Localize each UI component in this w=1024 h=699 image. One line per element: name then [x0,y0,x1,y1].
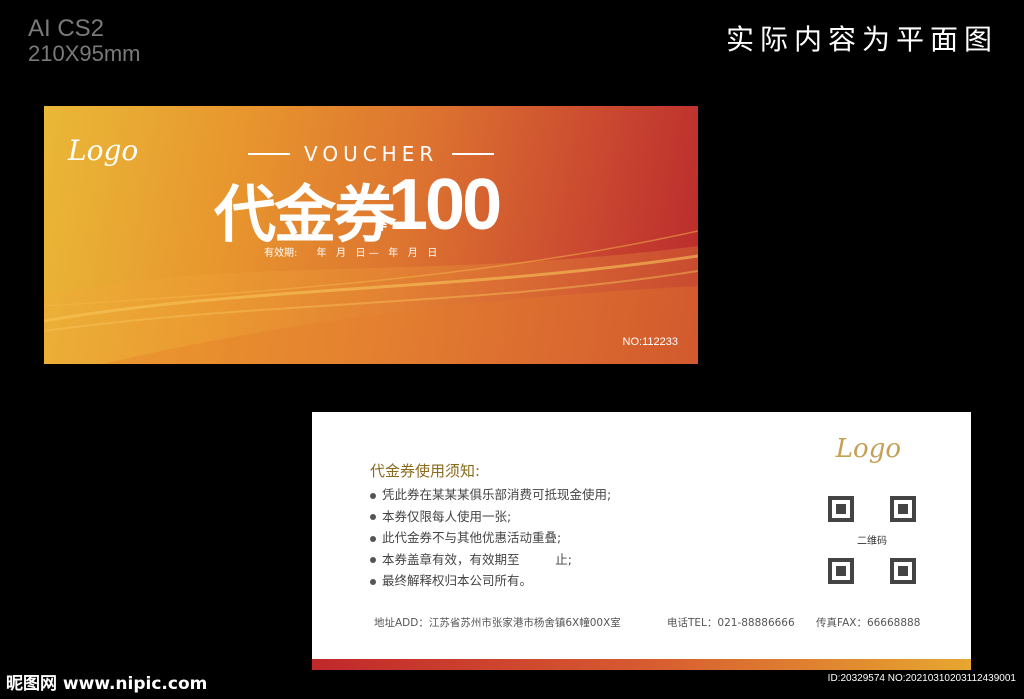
bullet-icon [370,578,376,585]
qr-corner-icon [828,558,854,584]
bullet-icon [370,492,376,499]
qr-label: 二维码 [857,536,887,547]
voucher-back: Logo 代金券使用须知: 凭此券在某某某俱乐部消费可抵现金使用; 本券仅限每人… [312,412,971,670]
heading-line-right [452,153,495,155]
rule-item: 凭此券在某某某俱乐部消费可抵现金使用; [370,484,611,506]
bottom-stripe [312,659,971,670]
voucher-text: VOUCHER [304,142,439,166]
notice-title: 代金券使用须知: [370,462,481,480]
qr-corner-icon [828,496,854,522]
print-size: 210X95mm [28,41,141,67]
back-logo: Logo [835,434,901,464]
software-version: AI CS2 [28,15,105,42]
qr-code-placeholder: 二维码 [828,496,916,584]
file-format-label: AI CS2 210X95mm [28,15,141,67]
front-logo: Logo [68,134,139,167]
rule-item: 最终解释权归本公司所有。 [370,570,611,592]
telephone: 电话TEL：021-88886666 [667,617,795,629]
bullet-icon [370,514,376,520]
bullet-icon [370,557,376,563]
currency-symbol: ¥ [376,216,388,235]
rule-item: 本券仅限每人使用一张; [370,506,611,528]
address: 地址ADD：江苏省苏州市张家港市杨舍镇6X幢00X室 [374,617,621,629]
rule-item: 本券盖章有效，有效期至 止; [370,549,611,571]
qr-corner-icon [890,558,916,584]
voucher-amount: 100 [388,165,502,245]
heading-line-left [248,153,290,155]
usage-rules: 凭此券在某某某俱乐部消费可抵现金使用; 本券仅限每人使用一张; 此代金券不与其他… [370,484,611,592]
voucher-heading: VOUCHER [234,142,508,166]
bullet-icon [370,535,376,542]
rule-item: 此代金券不与其他优惠活动重叠; [370,527,611,549]
voucher-front: Logo VOUCHER 代金券 ¥ 100 有效期: 年 月 日 — 年 月 … [44,106,698,364]
content-note: 实际内容为平面图 [725,23,998,56]
image-id-watermark: ID:20329574 NO:20210310203112439001 [827,673,1016,684]
validity-period: 有效期: 年 月 日 — 年 月 日 [264,248,438,259]
voucher-number: NO:112233 [622,336,678,348]
voucher-title: 代金券 [214,178,396,251]
qr-corner-icon [890,496,916,522]
fax: 传真FAX：66668888 [816,617,921,629]
site-watermark: 昵图网 www.nipic.com [6,674,208,694]
